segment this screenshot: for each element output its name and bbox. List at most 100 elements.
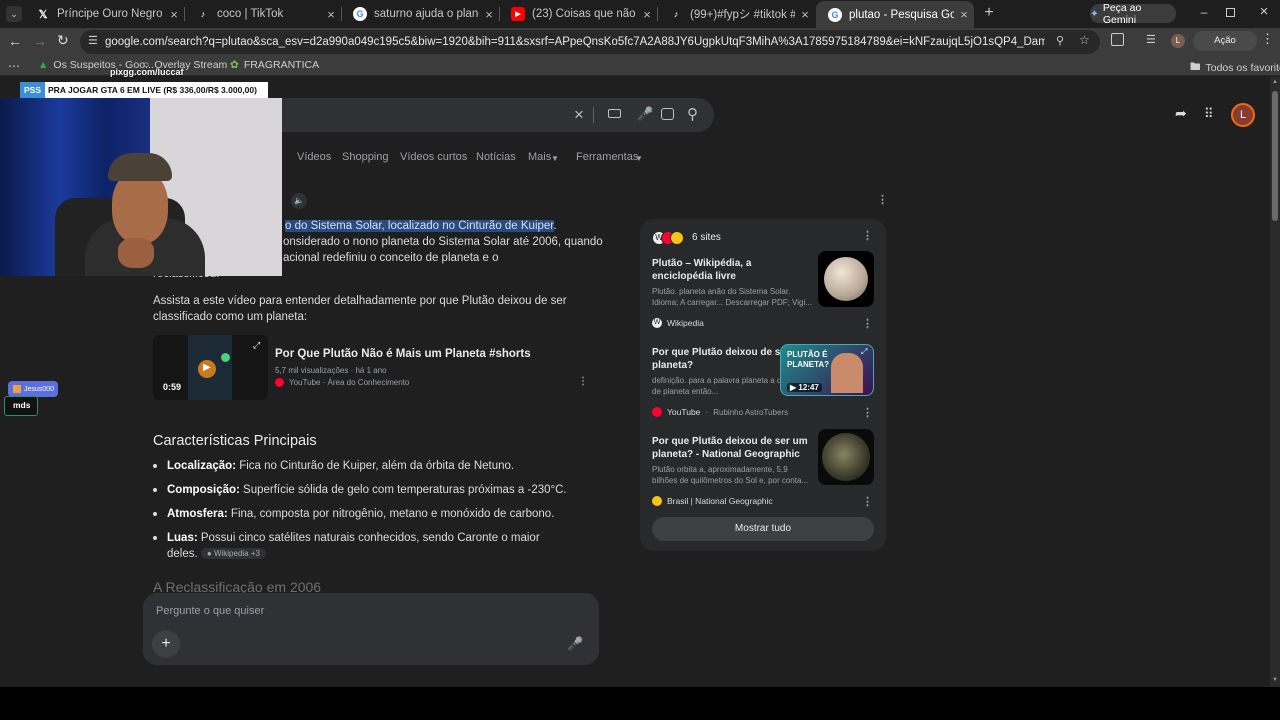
play-icon[interactable]: ▶: [203, 362, 211, 373]
bookmark-item[interactable]: ✿ FRAGRANTICA: [230, 59, 319, 71]
show-all-button[interactable]: Mostrar tudo: [652, 517, 874, 541]
tab-tools[interactable]: Ferramentas: [576, 151, 638, 163]
source-title[interactable]: Plutão – Wikipédia, a enciclopédia livre: [652, 257, 812, 283]
apps-grid-icon[interactable]: ⋯: [8, 59, 20, 73]
browser-tab[interactable]: G saturno ajuda o planeta terra? ×: [341, 2, 499, 26]
video-meta: 5,7 mil visualizações · há 1 ano: [275, 366, 387, 375]
clear-search-icon[interactable]: ×: [574, 105, 584, 125]
goal-tag: PSS: [20, 82, 46, 98]
video-channel-name: YouTube · Área do Conhecimento: [289, 378, 410, 387]
close-tab-icon[interactable]: ×: [321, 7, 341, 22]
feature-item: Composição: Superfície sólida de gelo co…: [153, 484, 567, 496]
sources-count[interactable]: 6 sites: [692, 232, 721, 243]
keyboard-icon[interactable]: [608, 109, 621, 118]
source-card[interactable]: Por que Plutão deixou de ser um planeta?…: [652, 429, 874, 515]
gemini-button[interactable]: ✦ Peça ao Gemini: [1090, 2, 1176, 26]
scrollbar-thumb[interactable]: [1272, 91, 1278, 221]
tab-more[interactable]: Mais: [528, 151, 551, 163]
restore-window-icon[interactable]: [1226, 8, 1235, 17]
video-thumbnail[interactable]: PLUTÃO É PLANETA? ⤢ ▶ 12:47: [780, 344, 874, 396]
tab-videos[interactable]: Vídeos: [297, 151, 331, 163]
folder-icon: 🖿: [1190, 61, 1201, 73]
address-bar[interactable]: ☰ google.com/search?q=plutao&sca_esv=d2a…: [80, 30, 1100, 54]
tab-shopping[interactable]: Shopping: [342, 151, 389, 163]
ask-anything-box[interactable]: Pergunte o que quiser + 🎤: [143, 593, 599, 665]
screen-bottom-bar: [0, 687, 1280, 720]
profile-avatar[interactable]: L: [1171, 34, 1185, 48]
add-attachment-button[interactable]: +: [152, 630, 180, 658]
close-tab-icon[interactable]: ×: [637, 7, 657, 22]
source-options-icon[interactable]: ⋮: [862, 495, 873, 508]
chat-message-text: mds: [13, 400, 31, 410]
source-site: YouTube · Rubinho AstroTubers: [652, 407, 788, 417]
extensions-icon[interactable]: [1111, 33, 1124, 46]
tab-news[interactable]: Notícias: [476, 151, 516, 163]
chevron-down-icon: ▼: [635, 154, 643, 163]
source-options-icon[interactable]: ⋮: [862, 317, 873, 330]
close-window-icon[interactable]: ×: [1256, 4, 1272, 20]
bookmarks-bar: ⋯ ▲ Os Suspeitos - Goo... ○ Overlay Stre…: [0, 56, 1280, 76]
google-account-avatar[interactable]: L: [1231, 103, 1255, 127]
lens-camera-icon[interactable]: [661, 108, 674, 120]
chat-emote-icon: [13, 385, 21, 393]
person-hand: [118, 238, 154, 268]
expand-icon[interactable]: ⤢: [861, 347, 867, 357]
chevron-down-icon: ▼: [551, 154, 559, 163]
wikipedia-icon: ●: [206, 549, 214, 559]
close-tab-icon[interactable]: ×: [164, 7, 184, 22]
browser-tab[interactable]: ♪ (99+)#fypシ #tiktok #marte # ×: [657, 2, 815, 26]
browser-tab[interactable]: 𝕏 Príncipe Ouro Negro no X: "@S ×: [24, 2, 184, 26]
answer-options-icon[interactable]: ⋮: [877, 193, 888, 206]
citation-chip[interactable]: ● Wikipedia +3: [200, 548, 266, 560]
tab-title: Príncipe Ouro Negro no X: "@S: [57, 8, 164, 20]
feature-item-continuation: deles. ● Wikipedia +3: [167, 548, 266, 560]
tab-title: coco | TikTok: [217, 8, 284, 20]
video-options-icon[interactable]: ⋮: [578, 376, 588, 387]
forward-icon[interactable]: →: [33, 33, 47, 49]
feature-text: Superfície sólida de gelo com temperatur…: [239, 484, 567, 496]
tab-short-videos[interactable]: Vídeos curtos: [400, 151, 467, 163]
search-icon[interactable]: ⚲: [687, 105, 698, 123]
back-icon[interactable]: ←: [8, 33, 22, 49]
source-options-icon[interactable]: ⋮: [862, 406, 873, 419]
url-text[interactable]: google.com/search?q=plutao&sca_esv=d2a99…: [105, 36, 1045, 48]
video-result[interactable]: ▶ ⤢ 0:59 Por Que Plutão Não é Mais um Pl…: [153, 335, 593, 401]
google-apps-icon[interactable]: ⠿: [1204, 106, 1214, 122]
page-scrollbar[interactable]: ▲ ▼: [1270, 77, 1280, 687]
microphone-icon[interactable]: 🎤: [637, 106, 653, 122]
source-card[interactable]: Plutão – Wikipédia, a enciclopédia livre…: [652, 251, 874, 337]
ask-input[interactable]: Pergunte o que quiser: [156, 605, 264, 617]
video-thumbnail[interactable]: ▶ ⤢ 0:59: [153, 335, 268, 400]
new-tab-icon[interactable]: +: [980, 4, 998, 22]
all-favorites[interactable]: 🖿 Todos os favoritos: [1190, 59, 1280, 77]
location-icon[interactable]: ⚲: [1056, 34, 1064, 47]
close-tab-icon[interactable]: ×: [954, 7, 974, 22]
feature-text: Fica no Cinturão de Kuiper, além da órbi…: [236, 460, 515, 472]
planet-icon: [221, 353, 230, 362]
close-tab-icon[interactable]: ×: [795, 7, 815, 22]
tab-search-dropdown-icon[interactable]: ⌄: [6, 6, 22, 22]
action-needed-button[interactable]: Ação necessária: [1193, 31, 1257, 66]
reading-list-icon[interactable]: ☰: [1146, 33, 1156, 46]
microphone-icon[interactable]: 🎤: [567, 636, 583, 652]
chat-username: Jesus000: [24, 385, 54, 393]
source-card[interactable]: Por que Plutão deixou de ser um planeta?…: [652, 344, 874, 426]
source-site-name: YouTube: [667, 407, 701, 417]
listen-speaker-icon[interactable]: 🔈: [291, 193, 307, 209]
bookmark-star-icon[interactable]: ☆: [1079, 33, 1090, 47]
browser-menu-icon[interactable]: ⋮: [1261, 31, 1274, 47]
video-title[interactable]: Por Que Plutão Não é Mais um Planeta #sh…: [275, 348, 531, 360]
expand-icon[interactable]: ⤢: [253, 340, 260, 351]
feature-label: Atmosfera:: [167, 508, 228, 520]
reload-icon[interactable]: ↻: [57, 32, 69, 49]
browser-tab-active[interactable]: G plutao - Pesquisa Google ×: [816, 1, 974, 28]
browser-tab[interactable]: ▶ (23) Coisas que não te ENSINA ×: [499, 2, 657, 26]
sources-options-icon[interactable]: ⋮: [862, 229, 873, 242]
source-title[interactable]: Por que Plutão deixou de ser um planeta?…: [652, 435, 812, 461]
close-tab-icon[interactable]: ×: [479, 7, 499, 22]
minimize-window-icon[interactable]: –: [1196, 5, 1212, 21]
share-icon[interactable]: ➦: [1175, 105, 1187, 122]
site-info-icon[interactable]: ☰: [88, 34, 98, 47]
browser-tab[interactable]: ♪ coco | TikTok ×: [184, 2, 341, 26]
feature-item: Luas: Possui cinco satélites naturais co…: [153, 532, 540, 544]
